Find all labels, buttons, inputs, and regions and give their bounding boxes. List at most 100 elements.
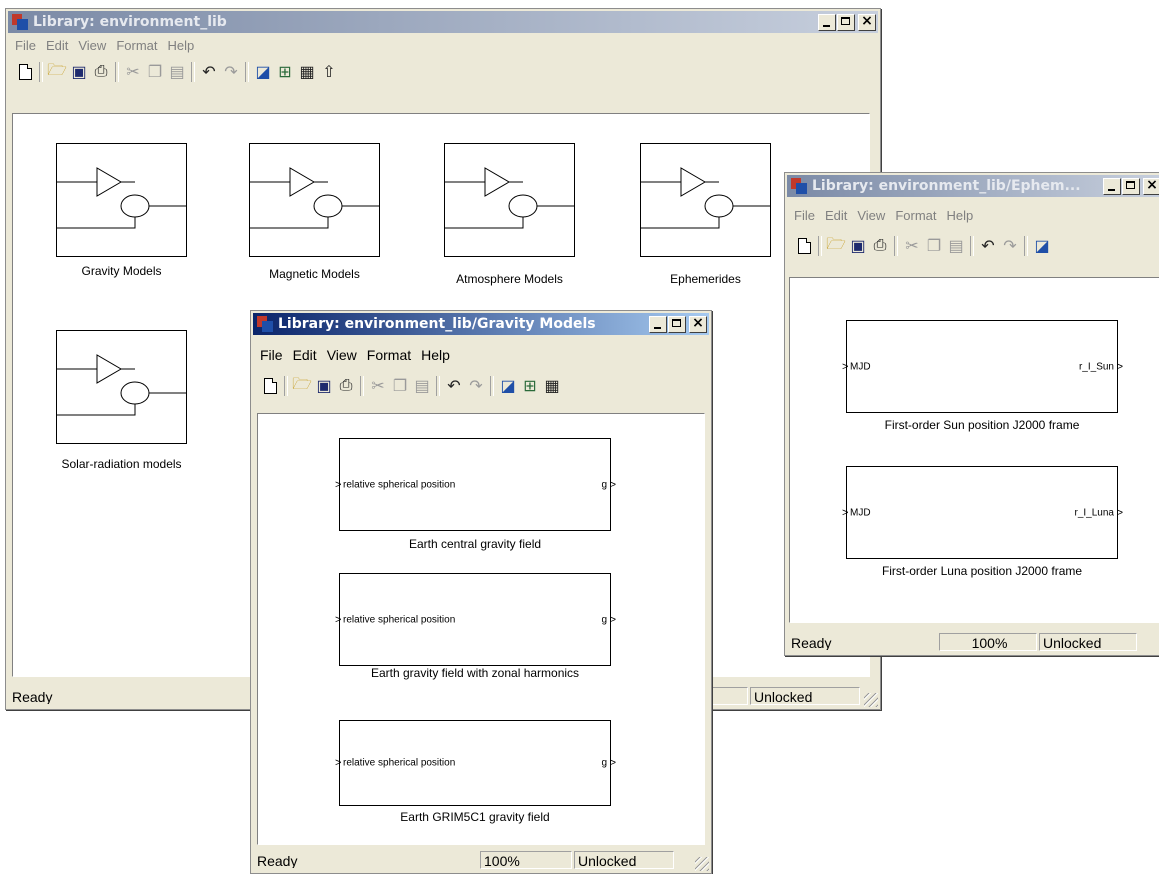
menu-file[interactable]: File <box>15 38 36 53</box>
resize-grip[interactable] <box>864 693 878 707</box>
menu-edit[interactable]: Edit <box>293 347 317 363</box>
redo-button[interactable]: ↷ <box>220 61 242 83</box>
print-button[interactable]: ⎙ <box>90 61 112 83</box>
open-folder-icon: 🗁 <box>292 375 312 393</box>
menu-format[interactable]: Format <box>116 38 157 53</box>
minimize-icon <box>823 24 830 27</box>
earth-zonal-harmonics-block[interactable]: > relative spherical position g > <box>335 573 616 666</box>
menu-format[interactable]: Format <box>367 347 411 363</box>
save-button[interactable]: ▣ <box>68 61 90 83</box>
menu-view[interactable]: View <box>857 208 885 223</box>
copy-button[interactable]: ❐ <box>389 375 411 397</box>
undo-button[interactable]: ↶ <box>443 375 465 397</box>
menu-file[interactable]: File <box>794 208 815 223</box>
undo-icon: ↶ <box>447 378 461 395</box>
library-browser-button[interactable]: ◪ <box>1031 235 1053 257</box>
print-button[interactable]: ⎙ <box>869 235 891 257</box>
earth-central-gravity-block[interactable]: > relative spherical position g > <box>335 438 616 531</box>
cut-button[interactable]: ✂ <box>901 235 923 257</box>
earth-grim5c1-gravity-block[interactable]: > relative spherical position g > <box>335 720 616 806</box>
library-browser-button[interactable]: ◪ <box>497 375 519 397</box>
menu-format[interactable]: Format <box>895 208 936 223</box>
redo-button[interactable]: ↷ <box>999 235 1021 257</box>
menu-bar: File Edit View Format Help <box>253 345 709 365</box>
debugger-button[interactable]: ▦ <box>541 375 563 397</box>
close-button[interactable]: × <box>858 13 876 31</box>
atmosphere-models-label: Atmosphere Models <box>456 272 563 286</box>
minimize-button[interactable] <box>1103 177 1121 195</box>
magnetic-models-label: Magnetic Models <box>269 267 360 281</box>
save-button[interactable]: ▣ <box>847 235 869 257</box>
close-button[interactable]: × <box>1143 177 1159 195</box>
menu-help[interactable]: Help <box>167 38 194 53</box>
earth-grim5c1-gravity-label: Earth GRIM5C1 gravity field <box>400 810 550 824</box>
luna-position-block[interactable]: > MJD r_I_Luna > <box>842 466 1123 559</box>
gravity-models-block[interactable] <box>56 143 187 257</box>
status-lock: Unlocked <box>750 687 860 705</box>
close-button[interactable]: × <box>689 315 707 333</box>
cut-button[interactable]: ✂ <box>367 375 389 397</box>
input-port-arrow: > <box>335 613 342 626</box>
redo-button[interactable]: ↷ <box>465 375 487 397</box>
open-button[interactable]: 🗁 <box>825 235 847 257</box>
input-port-arrow: > <box>842 506 849 519</box>
menu-view[interactable]: View <box>327 347 357 363</box>
model-explorer-button[interactable]: ⊞ <box>274 61 296 83</box>
copy-button[interactable]: ❐ <box>923 235 945 257</box>
magnetic-models-block[interactable] <box>249 143 380 257</box>
save-icon: ▣ <box>850 238 866 255</box>
gravity-title-bar[interactable]: Library: environment_lib/Gravity Models … <box>253 313 709 335</box>
ephem-title-bar[interactable]: Library: environment_lib/Ephem... × <box>787 175 1159 197</box>
main-title-bar[interactable]: Library: environment_lib × <box>8 11 878 33</box>
luna-position-label: First-order Luna position J2000 frame <box>881 564 1083 578</box>
toolbar-separator <box>115 62 119 82</box>
open-button[interactable]: 🗁 <box>46 61 68 83</box>
undo-button[interactable]: ↶ <box>198 61 220 83</box>
sun-position-block[interactable]: > MJD r_I_Sun > <box>842 320 1123 413</box>
model-explorer-icon: ⊞ <box>278 64 292 81</box>
print-button[interactable]: ⎙ <box>335 375 357 397</box>
paste-button[interactable]: ▤ <box>166 61 188 83</box>
menu-help[interactable]: Help <box>421 347 450 363</box>
ephemerides-block[interactable] <box>640 143 771 257</box>
maximize-button[interactable] <box>1122 177 1140 195</box>
debugger-button[interactable]: ▦ <box>296 61 318 83</box>
model-explorer-button[interactable]: ⊞ <box>519 375 541 397</box>
menu-bar: File Edit View Format Help <box>8 35 878 55</box>
toolbar: 🗁 ▣ ⎙ ✂ ❐ ▤ ↶ ↷ ◪ ⊞ ▦ <box>253 371 709 401</box>
toolbar: 🗁 ▣ ⎙ ✂ ❐ ▤ ↶ ↷ ◪ ⊞ ▦ ⇧ <box>8 57 878 87</box>
paste-button[interactable]: ▤ <box>945 235 967 257</box>
solar-radiation-models-block[interactable] <box>56 330 187 444</box>
save-button[interactable]: ▣ <box>313 375 335 397</box>
toolbar-separator <box>490 376 494 396</box>
paste-button[interactable]: ▤ <box>411 375 433 397</box>
library-browser-icon: ◪ <box>500 378 516 395</box>
new-model-button[interactable] <box>14 61 36 83</box>
copy-button[interactable]: ❐ <box>144 61 166 83</box>
cut-button[interactable]: ✂ <box>122 61 144 83</box>
maximize-button[interactable] <box>837 13 855 31</box>
resize-grip[interactable] <box>695 857 709 871</box>
undo-button[interactable]: ↶ <box>977 235 999 257</box>
minimize-button[interactable] <box>818 13 836 31</box>
menu-edit[interactable]: Edit <box>825 208 847 223</box>
debugger-icon: ▦ <box>544 378 560 395</box>
subsystem-icon <box>57 167 186 229</box>
status-zoom: 100% <box>480 851 572 869</box>
library-browser-button[interactable]: ◪ <box>252 61 274 83</box>
minimize-button[interactable] <box>649 315 667 333</box>
menu-file[interactable]: File <box>260 347 283 363</box>
menu-view[interactable]: View <box>78 38 106 53</box>
go-to-parent-button[interactable]: ⇧ <box>318 61 340 83</box>
open-button[interactable]: 🗁 <box>291 375 313 397</box>
ephemerides-label: Ephemerides <box>670 272 741 286</box>
menu-edit[interactable]: Edit <box>46 38 68 53</box>
paste-icon: ▤ <box>169 64 185 81</box>
atmosphere-models-block[interactable] <box>444 143 575 257</box>
status-bar: Ready 100% Unlocked <box>253 849 709 871</box>
maximize-button[interactable] <box>668 315 686 333</box>
new-model-button[interactable] <box>259 375 281 397</box>
new-model-button[interactable] <box>793 235 815 257</box>
menu-help[interactable]: Help <box>946 208 973 223</box>
status-bar: Ready 100% Unlocked <box>787 631 1159 653</box>
